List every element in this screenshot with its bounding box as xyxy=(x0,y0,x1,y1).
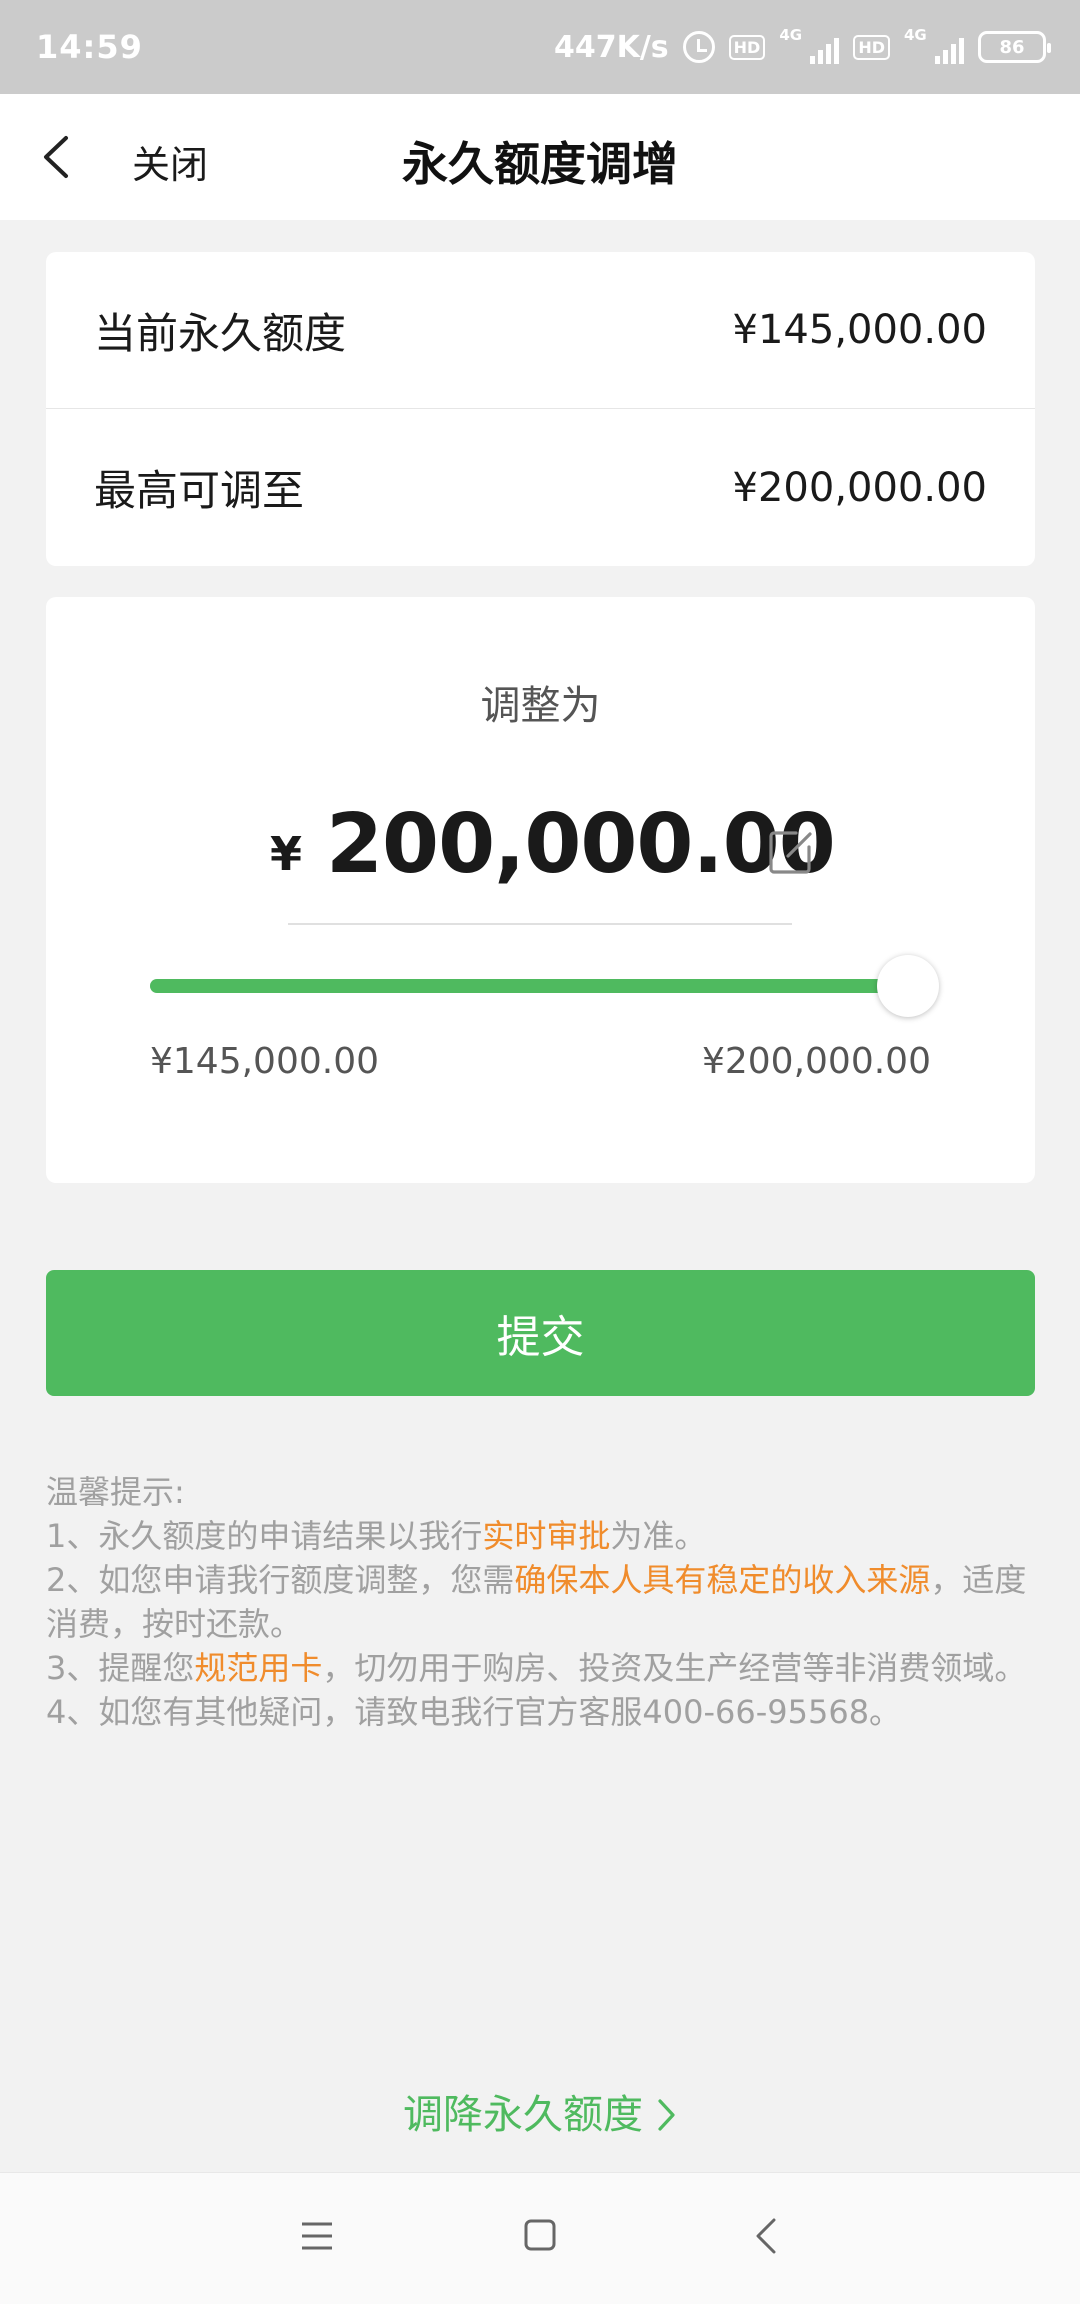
submit-button[interactable]: 提交 xyxy=(46,1270,1035,1396)
hd-icon-2: HD xyxy=(853,34,890,60)
system-nav-bar xyxy=(0,2172,1080,2304)
slider-min-label: ¥145,000.00 xyxy=(150,1041,380,1082)
adjust-label: 调整为 xyxy=(480,683,601,729)
signal-icon-2: 4G xyxy=(904,26,964,64)
downgrade-limit-link[interactable]: 调降永久额度 xyxy=(0,2082,1080,2140)
edit-icon[interactable] xyxy=(766,827,816,877)
status-time: 14:59 xyxy=(36,28,143,66)
chevron-right-icon xyxy=(657,2092,677,2138)
limit-info-card: 当前永久额度 ¥145,000.00 最高可调至 ¥200,000.00 xyxy=(46,252,1035,566)
tips-section: 温馨提示: 1、永久额度的申请结果以我行实时审批为准。 2、如您申请我行额度调整… xyxy=(46,1470,1038,1734)
network-speed: 447K/s xyxy=(553,29,669,65)
tips-item-4: 4、如您有其他疑问，请致电我行官方客服400-66-95568。 xyxy=(46,1693,902,1731)
battery-icon: 86 xyxy=(978,31,1051,63)
menu-icon[interactable] xyxy=(300,2221,334,2251)
adjust-card: 调整为 ¥ 200,000.00 ¥145,000.00 ¥200,000.00 xyxy=(46,597,1035,1183)
amount-value[interactable]: 200,000.00 xyxy=(326,797,836,892)
current-limit-value: ¥145,000.00 xyxy=(732,307,987,353)
max-limit-row: 最高可调至 ¥200,000.00 xyxy=(46,409,1035,566)
tips-item-2: 2、如您申请我行额度调整，您需确保本人具有稳定的收入来源，适度消费，按时还款。 xyxy=(46,1561,1027,1643)
home-icon[interactable] xyxy=(524,2219,556,2251)
amount-slider-fill xyxy=(150,979,908,993)
max-limit-value: ¥200,000.00 xyxy=(732,464,987,511)
header: 关闭 永久额度调增 xyxy=(0,94,1080,220)
amount-slider-track[interactable] xyxy=(150,979,908,993)
downgrade-limit-label: 调降永久额度 xyxy=(403,2092,643,2138)
tips-item-3: 3、提醒您规范用卡，切勿用于购房、投资及生产经营等非消费领域。 xyxy=(46,1649,1027,1687)
amount-slider-thumb[interactable] xyxy=(877,955,939,1017)
status-icons: 447K/s HD 4G HD 4G 86 xyxy=(553,26,1051,65)
alarm-icon xyxy=(682,31,715,63)
hd-icon: HD xyxy=(728,34,766,60)
tips-item-1: 1、永久额度的申请结果以我行实时审批为准。 xyxy=(46,1517,707,1555)
currency-sign: ¥ xyxy=(270,827,303,881)
current-limit-label: 当前永久额度 xyxy=(94,308,347,358)
page-title: 永久额度调增 xyxy=(402,137,678,191)
status-bar: 14:59 447K/s HD 4G HD 4G 86 xyxy=(0,0,1080,94)
max-limit-label: 最高可调至 xyxy=(94,466,305,515)
signal-icon: 4G xyxy=(779,26,840,64)
tips-title: 温馨提示: xyxy=(46,1473,185,1511)
nav-back-icon[interactable] xyxy=(754,2217,778,2255)
amount-input[interactable]: ¥ 200,000.00 xyxy=(270,797,836,925)
slider-max-label: ¥200,000.00 xyxy=(701,1041,931,1082)
current-limit-row: 当前永久额度 ¥145,000.00 xyxy=(46,252,1035,409)
